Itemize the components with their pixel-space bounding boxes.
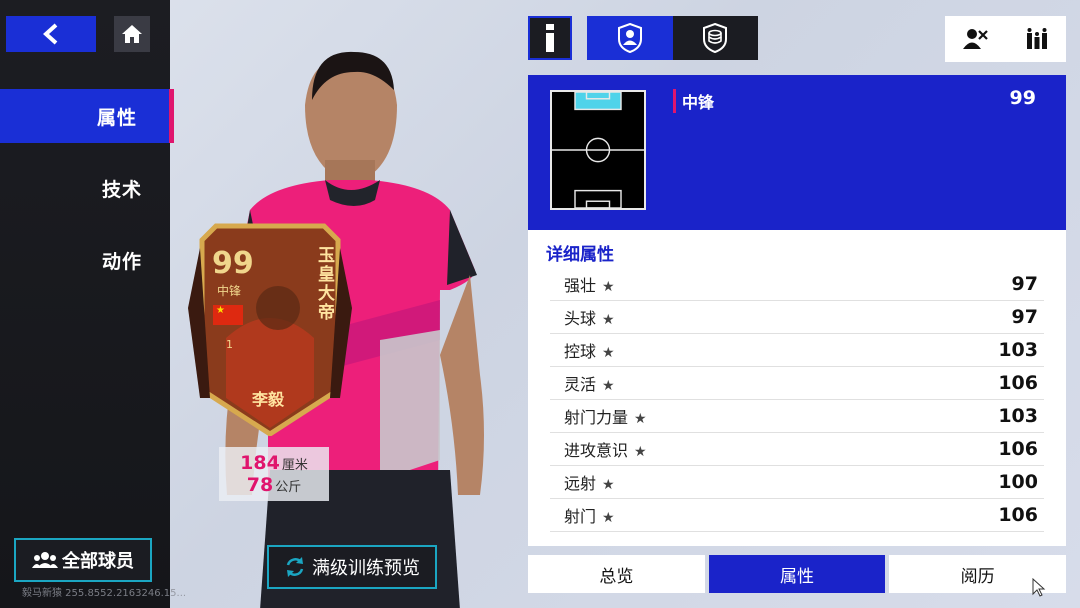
sidebar: 属性 技术 动作 全部球员 毅马新猿 255.8552.2163246.15..…	[0, 0, 186, 608]
attribute-name: 射门	[564, 507, 597, 526]
card-player-name: 李毅	[252, 390, 285, 409]
attribute-value: 100	[998, 471, 1038, 493]
attribute-row: 控球 ★ 103	[550, 334, 1044, 367]
attribute-name: 灵活	[564, 375, 597, 394]
sidebar-item-skills[interactable]: 技术	[0, 161, 174, 215]
attribute-row: 强壮 ★ 97	[550, 268, 1044, 301]
attribute-row: 灵活 ★ 106	[550, 367, 1044, 400]
card-title: 玉皇大帝	[314, 246, 334, 322]
height-value: 184	[240, 452, 280, 474]
watermark-text: 毅马新猿 255.8552.2163246.15...	[22, 588, 187, 599]
china-flag-icon	[213, 305, 243, 325]
weight-unit: 公斤	[275, 480, 302, 495]
training-preview-button[interactable]: 满级训练预览	[267, 545, 437, 589]
attribute-name: 控球	[564, 342, 597, 361]
view-tab-group	[587, 16, 758, 60]
refresh-icon	[286, 557, 304, 577]
stats-bars-icon[interactable]	[1025, 27, 1049, 51]
attribute-value: 106	[998, 438, 1038, 460]
compare-player-icon[interactable]	[962, 27, 990, 51]
tab-player-value[interactable]	[672, 16, 758, 60]
sidebar-item-label: 属性	[96, 106, 137, 129]
back-button[interactable]	[6, 16, 96, 52]
training-preview-label: 满级训练预览	[312, 558, 420, 579]
body-measurements: 184 厘米 78 公斤	[219, 447, 329, 501]
mouse-cursor-icon	[1032, 578, 1046, 597]
position-rating: 99	[1009, 87, 1036, 109]
star-icon: ★	[602, 312, 615, 328]
star-icon: ★	[602, 477, 615, 493]
info-button[interactable]	[528, 16, 572, 60]
tab-player-profile[interactable]	[587, 16, 673, 60]
group-icon	[32, 552, 58, 568]
bottom-tab-bar: 总览 属性 阅历	[528, 555, 1067, 593]
attribute-name: 进攻意识	[564, 441, 629, 460]
tab-overview[interactable]: 总览	[528, 555, 705, 593]
all-players-label: 全部球员	[62, 551, 134, 572]
attribute-row: 射门 ★ 106	[550, 499, 1044, 532]
star-icon: ★	[634, 444, 647, 460]
attribute-value: 106	[998, 372, 1038, 394]
attribute-name: 强壮	[564, 276, 597, 295]
attribute-row: 头球 ★ 97	[550, 301, 1044, 334]
attribute-name: 远射	[564, 474, 597, 493]
sidebar-item-attributes[interactable]: 属性	[0, 89, 174, 143]
attribute-panel: 详细属性 强壮 ★ 97 头球 ★ 97 控球 ★ 103 灵活 ★ 106 射门力量 ★…	[528, 230, 1066, 546]
sidebar-item-label: 动作	[101, 250, 142, 273]
height-unit: 厘米	[281, 458, 308, 473]
attribute-title: 详细属性	[546, 245, 614, 265]
info-icon	[546, 24, 554, 52]
card-position: 中锋	[217, 284, 242, 298]
attribute-value: 103	[998, 405, 1038, 427]
coin-shield-icon	[703, 23, 728, 53]
chevron-left-icon	[43, 23, 58, 45]
attribute-name: 头球	[564, 309, 597, 328]
star-icon: ★	[602, 378, 615, 394]
attribute-list: 强壮 ★ 97 头球 ★ 97 控球 ★ 103 灵活 ★ 106 射门力量 ★ 103 …	[550, 268, 1044, 532]
sidebar-item-moves[interactable]: 动作	[0, 233, 174, 287]
weight-value: 78	[246, 474, 274, 496]
star-icon: ★	[634, 411, 647, 427]
position-label: 中锋	[673, 89, 714, 113]
star-icon: ★	[602, 510, 615, 526]
attribute-row: 远射 ★ 100	[550, 466, 1044, 499]
tab-attributes[interactable]: 属性	[708, 555, 886, 593]
attribute-value: 106	[998, 504, 1038, 526]
star-icon: ★	[602, 279, 615, 295]
card-number: 1	[226, 338, 233, 351]
attribute-name: 射门力量	[564, 408, 629, 427]
attribute-row: 射门力量 ★ 103	[550, 400, 1044, 433]
star-icon: ★	[602, 345, 615, 361]
attribute-row: 进攻意识 ★ 106	[550, 433, 1044, 466]
attribute-value: 97	[1011, 306, 1038, 328]
player-badge-icon	[617, 23, 642, 53]
home-button[interactable]	[114, 16, 150, 52]
home-icon	[122, 25, 142, 43]
top-right-tools	[945, 16, 1066, 62]
sidebar-item-label: 技术	[101, 178, 142, 201]
attribute-value: 103	[998, 339, 1038, 361]
pitch-diagram	[550, 90, 646, 210]
attribute-value: 97	[1011, 273, 1038, 295]
position-panel: 中锋 99	[528, 75, 1066, 230]
card-rating: 99	[212, 246, 254, 281]
all-players-button[interactable]: 全部球员	[14, 538, 152, 582]
